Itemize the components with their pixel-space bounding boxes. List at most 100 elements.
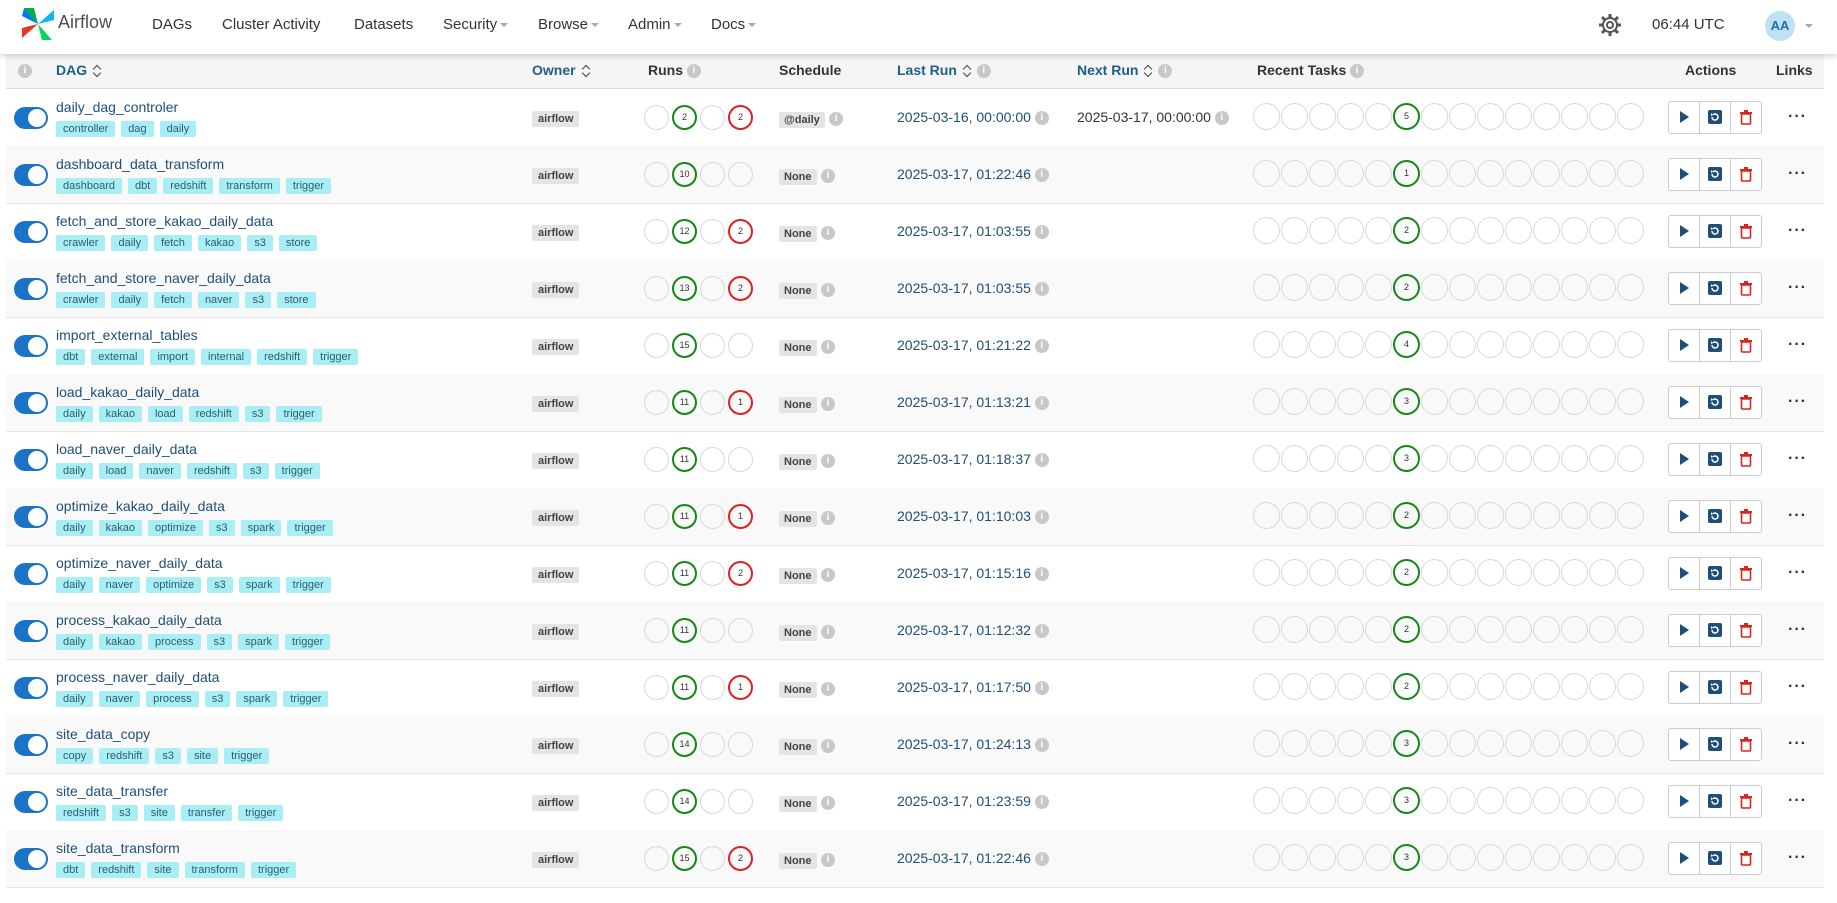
run-status-circle[interactable]: 2 — [672, 105, 697, 130]
dag-name-link[interactable]: import_external_tables — [56, 327, 198, 343]
ellipsis-icon[interactable]: ··· — [1788, 222, 1807, 240]
task-status-circle[interactable] — [1281, 217, 1308, 244]
dag-tag[interactable]: daily — [56, 577, 93, 593]
task-status-circle[interactable]: 3 — [1393, 730, 1420, 757]
dag-tag[interactable]: load — [147, 406, 183, 422]
dag-tag[interactable]: spark — [236, 691, 278, 707]
dag-tag[interactable]: kakao — [98, 520, 142, 536]
pause-toggle[interactable] — [14, 221, 48, 243]
dag-tag[interactable]: import — [150, 349, 195, 365]
dag-name-link[interactable]: optimize_kakao_daily_data — [56, 498, 225, 514]
run-status-circle[interactable] — [728, 333, 753, 358]
refresh-dag-button[interactable] — [1700, 216, 1731, 247]
task-status-circle[interactable] — [1449, 217, 1476, 244]
run-status-circle[interactable]: 2 — [728, 105, 753, 130]
delete-dag-button[interactable] — [1731, 330, 1761, 361]
last-run-link[interactable]: 2025-03-17, 01:13:21 i — [897, 394, 1049, 411]
info-icon[interactable]: i — [820, 681, 835, 696]
run-status-circle[interactable] — [644, 162, 669, 187]
run-status-circle[interactable]: 14 — [672, 789, 697, 814]
dag-tag[interactable]: transform — [184, 862, 245, 878]
task-status-circle[interactable] — [1421, 787, 1448, 814]
task-status-circle[interactable] — [1365, 673, 1392, 700]
dag-tag[interactable]: dbt — [56, 862, 86, 878]
owner-badge[interactable]: airflow — [532, 282, 580, 298]
task-status-circle[interactable] — [1561, 445, 1588, 472]
info-icon[interactable]: i — [820, 396, 835, 411]
dag-tag[interactable]: site — [186, 748, 219, 764]
dag-tag[interactable]: process — [146, 691, 199, 707]
task-status-circle[interactable] — [1281, 160, 1308, 187]
task-status-circle[interactable] — [1337, 274, 1364, 301]
task-status-circle[interactable] — [1561, 160, 1588, 187]
task-status-circle[interactable] — [1365, 787, 1392, 814]
dag-tag[interactable]: dag — [121, 121, 154, 137]
task-status-circle[interactable] — [1253, 616, 1280, 643]
info-icon[interactable]: i — [1034, 795, 1049, 810]
run-status-circle[interactable]: 11 — [672, 618, 697, 643]
task-status-circle[interactable] — [1309, 217, 1336, 244]
task-status-circle[interactable]: 1 — [1393, 160, 1420, 187]
run-status-circle[interactable] — [644, 789, 669, 814]
task-status-circle[interactable] — [1561, 103, 1588, 130]
dag-tag[interactable]: trigger — [276, 406, 322, 422]
dag-tag[interactable]: naver — [98, 577, 141, 593]
dag-tag[interactable]: redshift — [186, 463, 238, 479]
info-icon[interactable]: i — [1214, 111, 1229, 126]
task-status-circle[interactable] — [1589, 787, 1616, 814]
task-status-circle[interactable] — [1589, 331, 1616, 358]
dag-tag[interactable]: crawler — [56, 235, 106, 251]
refresh-dag-button[interactable] — [1700, 615, 1731, 646]
dag-tag[interactable]: daily — [159, 121, 197, 137]
trigger-dag-button[interactable] — [1669, 615, 1700, 646]
dag-tag[interactable]: daily — [56, 691, 93, 707]
task-status-circle[interactable] — [1561, 787, 1588, 814]
info-icon[interactable]: i — [820, 510, 835, 525]
last-run-link[interactable]: 2025-03-17, 01:10:03 i — [897, 508, 1049, 525]
task-status-circle[interactable] — [1337, 673, 1364, 700]
dag-tag[interactable]: optimize — [147, 520, 203, 536]
task-status-circle[interactable] — [1589, 616, 1616, 643]
delete-dag-button[interactable] — [1731, 216, 1761, 247]
refresh-dag-button[interactable] — [1700, 558, 1731, 589]
run-status-circle[interactable] — [644, 390, 669, 415]
refresh-dag-button[interactable] — [1700, 330, 1731, 361]
task-status-circle[interactable] — [1617, 103, 1644, 130]
chevron-down-icon[interactable] — [1805, 24, 1813, 28]
task-status-circle[interactable] — [1421, 730, 1448, 757]
task-status-circle[interactable] — [1421, 559, 1448, 586]
task-status-circle[interactable] — [1505, 103, 1532, 130]
delete-dag-button[interactable] — [1731, 102, 1761, 133]
dag-tag[interactable]: s3 — [208, 520, 235, 536]
task-status-circle[interactable]: 4 — [1393, 331, 1420, 358]
nav-item-datasets[interactable]: Datasets — [354, 16, 413, 33]
task-status-circle[interactable] — [1281, 787, 1308, 814]
task-status-circle[interactable] — [1253, 103, 1280, 130]
dag-name-link[interactable]: load_kakao_daily_data — [56, 384, 199, 400]
task-status-circle[interactable] — [1449, 673, 1476, 700]
delete-dag-button[interactable] — [1731, 843, 1761, 874]
dag-tag[interactable]: controller — [56, 121, 116, 137]
task-status-circle[interactable] — [1309, 730, 1336, 757]
run-status-circle[interactable] — [728, 162, 753, 187]
task-status-circle[interactable] — [1309, 502, 1336, 529]
task-status-circle[interactable] — [1365, 502, 1392, 529]
dag-tag[interactable]: process — [147, 634, 201, 650]
task-status-circle[interactable]: 3 — [1393, 787, 1420, 814]
task-status-circle[interactable] — [1477, 445, 1504, 472]
dag-tag[interactable]: site — [143, 805, 175, 821]
task-status-circle[interactable] — [1421, 217, 1448, 244]
last-run-link[interactable]: 2025-03-17, 01:24:13 i — [897, 736, 1049, 753]
task-status-circle[interactable]: 2 — [1393, 673, 1420, 700]
pause-toggle[interactable] — [14, 335, 48, 357]
dag-name-link[interactable]: optimize_naver_daily_data — [56, 555, 223, 571]
run-status-circle[interactable] — [700, 333, 725, 358]
trigger-dag-button[interactable] — [1669, 843, 1700, 874]
dag-tag[interactable]: spark — [238, 577, 280, 593]
refresh-dag-button[interactable] — [1700, 102, 1731, 133]
task-status-circle[interactable] — [1477, 787, 1504, 814]
task-status-circle[interactable] — [1533, 274, 1560, 301]
task-status-circle[interactable] — [1309, 103, 1336, 130]
dag-name-link[interactable]: site_data_transfer — [56, 783, 168, 799]
ellipsis-icon[interactable]: ··· — [1788, 564, 1807, 582]
